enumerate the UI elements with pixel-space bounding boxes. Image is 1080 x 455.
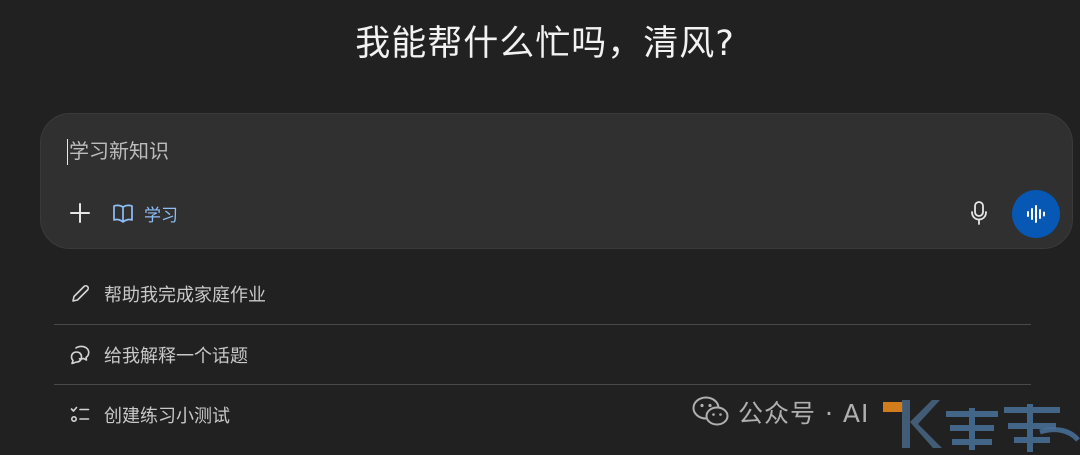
wechat-icon (692, 396, 729, 426)
page-title: 我能帮什么忙吗，清风? (355, 24, 735, 64)
suggestion-homework[interactable]: 帮助我完成家庭作业 (54, 264, 1031, 324)
add-attachment-button[interactable] (63, 196, 97, 230)
dictate-button[interactable] (964, 196, 994, 230)
watermark-text: 公众号 · AI (738, 399, 870, 428)
voice-mode-button[interactable] (1012, 190, 1060, 238)
text-caret (67, 139, 68, 165)
study-mode-label: 学习 (144, 205, 178, 226)
suggestion-label: 帮助我完成家庭作业 (104, 285, 266, 306)
composer-toolbar: 学习 (63, 194, 178, 232)
open-book-icon (113, 204, 133, 223)
suggestion-label: 给我解释一个话题 (104, 345, 248, 367)
prompt-composer: 学习 (40, 113, 1073, 249)
checklist-icon (68, 403, 92, 427)
voice-waveform-icon (1027, 205, 1045, 223)
study-mode-chip[interactable]: 学习 (111, 196, 178, 230)
watermark-brand-mark (883, 400, 1080, 452)
suggestion-label: 创建练习小测试 (104, 405, 230, 427)
suggestion-explain-topic[interactable]: 给我解释一个话题 (54, 324, 1031, 384)
pencil-icon (68, 282, 92, 306)
prompt-input[interactable] (67, 136, 669, 166)
chat-bubbles-icon (68, 343, 92, 367)
microphone-icon (971, 201, 987, 225)
plus-icon (70, 203, 90, 223)
wechat-watermark: 公众号 · AI (692, 388, 869, 436)
